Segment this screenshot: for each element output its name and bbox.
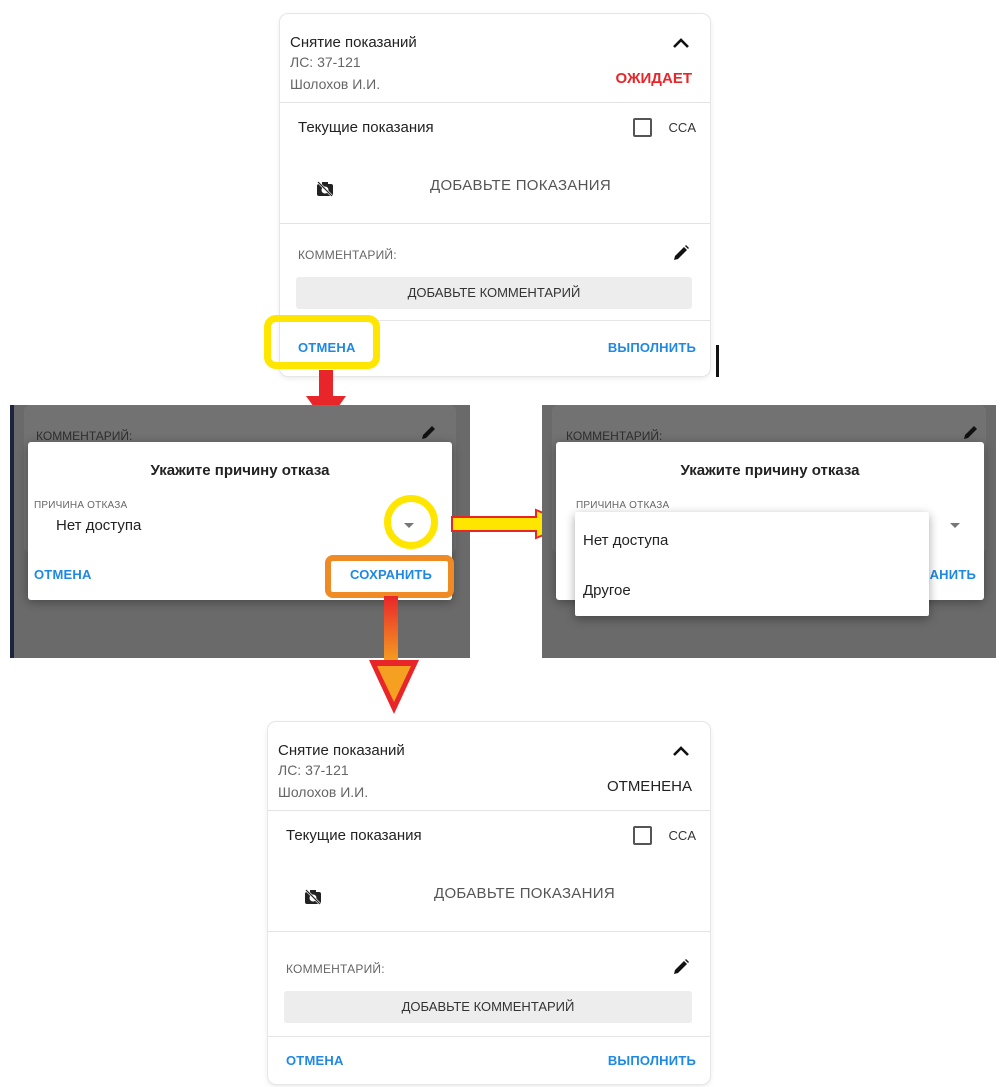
- screen-edge: [10, 405, 14, 658]
- refusal-dialog: Укажите причину отказа ПРИЧИНА ОТКАЗА Не…: [28, 442, 452, 600]
- card-title: Снятие показаний: [278, 742, 405, 759]
- cca-checkbox[interactable]: [633, 118, 652, 137]
- footer-divider: [280, 320, 710, 321]
- add-readings-button[interactable]: ДОБАВЬТЕ ПОКАЗАНИЯ: [430, 177, 611, 194]
- add-comment-button[interactable]: ДОБАВЬТЕ КОММЕНТАРИЙ: [284, 991, 692, 1023]
- pencil-icon[interactable]: [672, 244, 690, 262]
- add-readings-button[interactable]: ДОБАВЬТЕ ПОКАЗАНИЯ: [434, 885, 615, 902]
- owner-name: Шолохов И.И.: [290, 76, 381, 92]
- reading-card-pending: Снятие показаний ЛС: 37-121 Шолохов И.И.…: [280, 14, 710, 376]
- reason-label: ПРИЧИНА ОТКАЗА: [34, 500, 128, 511]
- cancel-button[interactable]: ОТМЕНА: [286, 1053, 344, 1068]
- current-readings-label: Текущие показания: [286, 827, 422, 844]
- readings-section: Текущие показания CCA ДОБАВЬТЕ ПОКАЗАНИЯ: [280, 103, 710, 224]
- pencil-icon: [422, 426, 435, 439]
- reason-dropdown: Нет доступа Другое: [575, 512, 929, 616]
- reading-card-cancelled: Снятие показаний ЛС: 37-121 Шолохов И.И.…: [268, 722, 710, 1084]
- card-title: Снятие показаний: [290, 34, 417, 51]
- camera-off-icon[interactable]: [304, 889, 322, 905]
- dropdown-option-other[interactable]: Другое: [583, 582, 631, 599]
- reason-select[interactable]: Нет доступа: [56, 517, 141, 534]
- footer-divider: [268, 1036, 710, 1037]
- readings-section: Текущие показания CCA ДОБАВЬТЕ ПОКАЗАНИЯ: [268, 811, 710, 932]
- text-cursor: [716, 345, 719, 377]
- dialog-title: Укажите причину отказа: [150, 462, 330, 479]
- save-button[interactable]: СОХРАНИТЬ: [350, 567, 432, 582]
- dropdown-caret-icon[interactable]: [404, 523, 414, 528]
- cca-checkbox[interactable]: [633, 826, 652, 845]
- card-header: Снятие показаний ЛС: 37-121 Шолохов И.И.…: [280, 14, 710, 103]
- current-readings-label: Текущие показания: [298, 119, 434, 136]
- cca-label: CCA: [668, 120, 696, 135]
- dialog-screen-right: КОММЕНТАРИЙ: Укажите причину отказа ПРИЧ…: [542, 405, 996, 658]
- status-badge: ОТМЕНЕНА: [606, 778, 692, 795]
- owner-name: Шолохов И.И.: [278, 784, 369, 800]
- pencil-icon: [964, 426, 977, 439]
- reason-label: ПРИЧИНА ОТКАЗА: [576, 500, 670, 511]
- chevron-up-icon[interactable]: [672, 36, 690, 50]
- add-comment-button[interactable]: ДОБАВЬТЕ КОММЕНТАРИЙ: [296, 277, 692, 309]
- comment-label: КОММЕНТАРИЙ:: [298, 248, 397, 262]
- status-badge: ОЖИДАЕТ: [615, 70, 693, 87]
- cancel-button[interactable]: ОТМЕНА: [298, 340, 356, 355]
- pencil-icon[interactable]: [672, 958, 690, 976]
- dropdown-caret-icon[interactable]: [950, 523, 960, 528]
- cca-label: CCA: [668, 828, 696, 843]
- comment-label: КОММЕНТАРИЙ:: [286, 962, 385, 976]
- account-number: ЛС: 37-121: [290, 54, 361, 70]
- save-button[interactable]: АНИТЬ: [930, 567, 976, 582]
- dropdown-option-no-access[interactable]: Нет доступа: [583, 532, 668, 549]
- cancel-button[interactable]: ОТМЕНА: [34, 567, 92, 582]
- arrow-down-gradient: [369, 596, 419, 714]
- camera-off-icon[interactable]: [316, 181, 334, 197]
- account-number: ЛС: 37-121: [278, 762, 349, 778]
- bg-comment-label: КОММЕНТАРИЙ:: [566, 429, 663, 443]
- dialog-title: Укажите причину отказа: [680, 462, 860, 479]
- complete-button[interactable]: ВЫПОЛНИТЬ: [608, 1053, 696, 1068]
- card-header: Снятие показаний ЛС: 37-121 Шолохов И.И.…: [268, 722, 710, 811]
- complete-button[interactable]: ВЫПОЛНИТЬ: [608, 340, 696, 355]
- bg-comment-label: КОММЕНТАРИЙ:: [36, 429, 133, 443]
- chevron-up-icon[interactable]: [672, 744, 690, 758]
